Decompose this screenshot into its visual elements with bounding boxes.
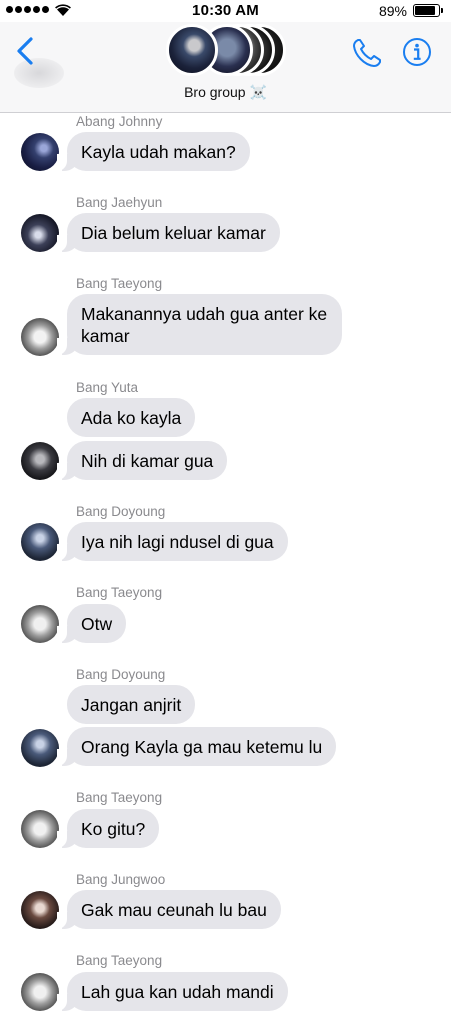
message-bubble[interactable]: Ko gitu?: [56, 809, 160, 848]
avatar[interactable]: [21, 729, 59, 767]
message-bubble[interactable]: Gak mau ceunah lu bau: [57, 890, 281, 929]
sender-name: Bang Yuta: [76, 380, 139, 395]
avatar[interactable]: [21, 973, 59, 1011]
sender-name: Bang Jaehyun: [76, 195, 163, 210]
group-name[interactable]: Bro group ☠️: [0, 84, 451, 101]
message-bubble[interactable]: Ada ko kayla: [67, 398, 196, 437]
group-avatar-stack[interactable]: [166, 22, 286, 78]
status-bar: 10:30 AM 89%: [0, 0, 451, 22]
sender-name: Bang Doyoung: [76, 504, 166, 519]
message-bubble[interactable]: Jangan anjrit: [67, 685, 196, 724]
conversation-header: Bro group ☠️: [0, 22, 451, 113]
message-bubble[interactable]: Dia belum keluar kamar: [57, 213, 280, 252]
group-avatar: [166, 24, 218, 76]
group-name-label: Bro group: [184, 84, 246, 100]
message-bubble[interactable]: Kayla udah makan?: [57, 132, 250, 171]
message-bubble[interactable]: Lah gua kan udah mandi: [57, 972, 288, 1011]
sender-name: Abang Johnny: [76, 114, 163, 129]
skull-emoji: ☠️: [249, 84, 267, 100]
message-bubble[interactable]: Otw: [56, 604, 127, 643]
avatar[interactable]: [21, 214, 59, 252]
avatar[interactable]: [21, 810, 59, 848]
sender-name: Bang Doyoung: [76, 667, 166, 682]
message-bubble[interactable]: Orang Kayla ga mau ketemu lu: [56, 727, 337, 766]
message-bubble[interactable]: Iya nih lagi ndusel di gua: [57, 522, 288, 561]
avatar[interactable]: [21, 523, 59, 561]
avatar[interactable]: [21, 605, 59, 643]
phone-icon[interactable]: [350, 36, 384, 70]
sender-name: Bang Taeyong: [76, 585, 163, 600]
battery-icon: [413, 4, 443, 17]
avatar[interactable]: [21, 442, 59, 480]
info-icon[interactable]: [402, 37, 432, 67]
avatar[interactable]: [21, 891, 59, 929]
avatar[interactable]: [21, 133, 59, 171]
sender-name: Bang Taeyong: [76, 790, 163, 805]
back-chevron-icon[interactable]: [12, 36, 40, 66]
sender-name: Bang Taeyong: [76, 953, 163, 968]
sender-name: Bang Jungwoo: [76, 872, 166, 887]
message-bubble[interactable]: Makanannya udah gua anter ke kamar: [57, 294, 342, 355]
avatar[interactable]: [21, 318, 59, 356]
message-bubble[interactable]: Nih di kamar gua: [56, 441, 228, 480]
battery-percent: 89%: [378, 3, 407, 19]
sender-name: Bang Taeyong: [76, 276, 163, 291]
